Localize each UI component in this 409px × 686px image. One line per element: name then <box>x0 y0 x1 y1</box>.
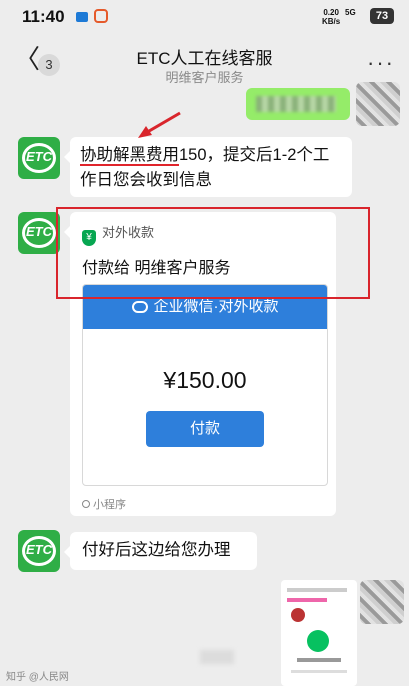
network-speed: 0.20 KB/s <box>322 8 341 26</box>
app-notification-icon <box>76 12 88 22</box>
pay-button[interactable]: 付款 <box>146 411 264 447</box>
payment-amount: ¥150.00 <box>163 367 247 393</box>
red-annotation-arrow <box>138 111 181 138</box>
mini-program-label: 小程序 <box>82 496 126 512</box>
avatar-logo-text: ETC <box>26 224 52 239</box>
outgoing-message-blurred[interactable] <box>246 88 350 120</box>
taobao-notification-icon <box>94 9 108 23</box>
agent-avatar[interactable]: ETC <box>18 530 60 572</box>
user-avatar[interactable] <box>356 82 400 126</box>
chat-subtitle: 明维客户服务 <box>165 70 244 85</box>
underlined-fee-text: 协助解黑费用 <box>80 146 179 166</box>
signal-indicator: 5G <box>345 8 356 17</box>
outgoing-payment-screenshot[interactable] <box>281 580 357 686</box>
avatar-logo-text: ETC <box>26 542 52 557</box>
incoming-message-after-pay[interactable]: 付好后这边给您办理 <box>64 532 257 570</box>
thumb-amount-line <box>297 658 341 662</box>
thumb-line <box>291 670 347 673</box>
red-highlight-box <box>56 207 370 299</box>
thumb-line <box>287 588 347 592</box>
agent-avatar[interactable]: ETC <box>18 212 60 254</box>
battery-indicator: 73 <box>370 8 394 24</box>
more-options-icon[interactable]: ··· <box>367 50 395 76</box>
watermark: 知乎 @人民网 <box>6 672 69 683</box>
status-bar: 11:40 0.20 KB/s 5G 73 <box>0 0 409 34</box>
agent-avatar[interactable]: ETC <box>18 137 60 179</box>
thumb-logo <box>291 608 305 622</box>
thumb-line <box>287 598 327 602</box>
clock: 11:40 <box>22 7 65 26</box>
chat-title: ETC人工在线客服 <box>136 49 273 68</box>
mini-program-icon <box>82 500 90 508</box>
chat-header: 〈 3 ETC人工在线客服 明维客户服务 ··· <box>0 34 409 90</box>
user-avatar[interactable] <box>360 580 404 624</box>
thumb-success-icon <box>307 630 329 652</box>
avatar-logo-text: ETC <box>26 149 52 164</box>
blurred-text <box>256 96 336 112</box>
blurred-region <box>200 650 234 664</box>
wecom-logo-icon <box>131 301 148 313</box>
payment-preview[interactable]: 企业微信·对外收款 ¥150.00 付款 <box>82 284 328 486</box>
incoming-message-fee[interactable]: 协助解黑费用150，提交后1-2个工作日您会收到信息 <box>64 137 352 197</box>
